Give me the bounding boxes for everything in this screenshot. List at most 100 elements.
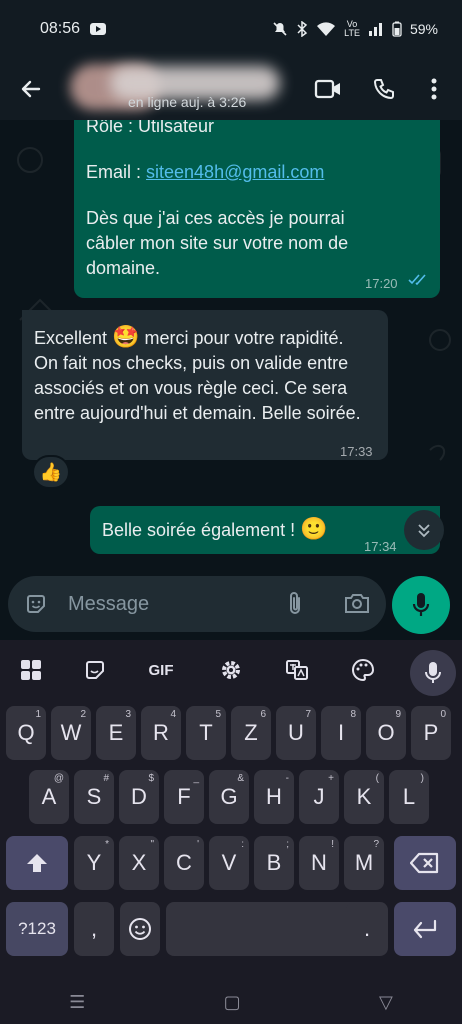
gear-icon	[222, 661, 240, 679]
key-hint: +	[328, 773, 334, 784]
back-button[interactable]	[0, 58, 62, 120]
key-i[interactable]: I8	[321, 706, 361, 760]
key-label: X	[131, 850, 147, 875]
home-button[interactable]: ▢	[224, 992, 241, 1013]
voice-typing-button[interactable]	[410, 650, 456, 696]
key-z[interactable]: Z6	[231, 706, 271, 760]
sticker-button[interactable]	[72, 644, 118, 696]
key-hint: 6	[260, 709, 266, 720]
shift-arrow-icon	[27, 854, 47, 872]
back-nav-button[interactable]: ▽	[379, 992, 393, 1013]
key-g[interactable]: G &	[209, 770, 249, 824]
backspace-key[interactable]	[394, 836, 456, 890]
key-u[interactable]: U7	[276, 706, 316, 760]
incoming-message[interactable]: Excellent 🤩 merci pour votre rapidité. O…	[22, 310, 388, 460]
enter-arrow-icon	[413, 919, 437, 939]
key-q[interactable]: Q1	[6, 706, 46, 760]
key-t[interactable]: T5	[186, 706, 226, 760]
key-p[interactable]: P0	[411, 706, 451, 760]
enter-key[interactable]	[394, 902, 456, 956]
video-camera-icon	[314, 79, 340, 99]
key-label: U	[288, 720, 304, 745]
volte-indicator: Vo LTE	[344, 19, 360, 38]
video-call-button[interactable]	[300, 61, 356, 117]
period-key[interactable]: .	[346, 902, 388, 956]
voice-message-button[interactable]	[392, 576, 450, 634]
bluetooth-icon	[297, 21, 308, 37]
outgoing-message[interactable]: Rôle : Utilsateur Email : siteen48h@gmai…	[74, 120, 440, 298]
chat-messages[interactable]: Rôle : Utilsateur Email : siteen48h@gmai…	[0, 120, 462, 640]
message-input-container[interactable]: Message	[8, 576, 386, 632]
sticker-icon[interactable]	[24, 592, 48, 616]
signal-icon	[368, 23, 382, 36]
key-hint: ;	[286, 839, 289, 850]
key-d[interactable]: D $	[119, 770, 159, 824]
outgoing-message[interactable]: Belle soirée également ! 🙂 17:34	[90, 506, 440, 554]
emoji-smile-icon	[129, 918, 151, 940]
key-v[interactable]: V:	[209, 836, 249, 890]
key-hint: 8	[350, 709, 356, 720]
system-navigation-bar: ☰ ▢ ▽	[0, 980, 462, 1024]
status-time: 08:56	[40, 20, 81, 37]
composer-bar: Message	[0, 572, 462, 636]
palette-icon	[352, 658, 375, 682]
key-hint: )	[420, 773, 424, 784]
thumbs-up-reaction[interactable]: 👍	[32, 455, 70, 489]
email-link[interactable]: siteen48h@gmail.com	[146, 162, 324, 182]
key-l[interactable]: L)	[389, 770, 429, 824]
message-text-start: Excellent	[34, 328, 113, 348]
camera-icon[interactable]	[344, 592, 370, 614]
key-a[interactable]: A @	[29, 770, 69, 824]
key-y[interactable]: Y *	[74, 836, 114, 890]
key-hint: 7	[305, 709, 311, 720]
translate-button[interactable]	[274, 644, 320, 696]
comma-key[interactable]: ,	[74, 902, 114, 956]
message-input[interactable]: Message	[68, 593, 149, 616]
message-text: Belle soirée également ! 🙂	[102, 516, 328, 543]
key-n[interactable]: N!	[299, 836, 339, 890]
message-text: Rôle : Utilsateur	[86, 120, 215, 136]
key-label: Q	[17, 720, 35, 745]
key-hint: !	[331, 839, 334, 850]
key-b[interactable]: B;	[254, 836, 294, 890]
key-k[interactable]: K(	[344, 770, 384, 824]
gif-button[interactable]: GIF	[138, 644, 184, 696]
key-hint: #	[103, 773, 109, 784]
key-x[interactable]: X "	[119, 836, 159, 890]
key-label: D	[131, 784, 147, 809]
key-f[interactable]: F _	[164, 770, 204, 824]
key-w[interactable]: W2	[51, 706, 91, 760]
grid-icon	[21, 660, 41, 680]
key-label: P	[423, 720, 439, 745]
voice-call-button[interactable]	[356, 61, 412, 117]
key-s[interactable]: S #	[74, 770, 114, 824]
key-h[interactable]: H-	[254, 770, 294, 824]
key-hint: $	[148, 773, 154, 784]
attach-paperclip-icon[interactable]	[284, 590, 306, 618]
key-label: N	[311, 850, 327, 875]
key-e[interactable]: E3	[96, 706, 136, 760]
settings-button[interactable]	[208, 644, 254, 696]
translate-icon	[286, 660, 308, 680]
smile-emoji: 🙂	[300, 516, 328, 541]
message-text: Excellent 🤩 merci pour votre rapidité. O…	[34, 324, 370, 426]
battery-percent: 59%	[409, 21, 438, 37]
scroll-to-bottom-button[interactable]	[404, 510, 444, 550]
key-j[interactable]: J +	[299, 770, 339, 824]
key-m[interactable]: M?	[344, 836, 384, 890]
theme-button[interactable]	[340, 644, 386, 696]
emoji-key[interactable]	[120, 902, 160, 956]
key-label: F	[177, 784, 191, 809]
key-label: L	[402, 784, 416, 809]
message-text: Dès que j'ai ces accès je pourrai câbler…	[86, 208, 349, 278]
more-options-button[interactable]	[412, 61, 456, 117]
key-o[interactable]: O9	[366, 706, 406, 760]
symbols-key[interactable]: ?123	[6, 902, 68, 956]
shift-key[interactable]	[6, 836, 68, 890]
recents-button[interactable]: ☰	[69, 992, 85, 1013]
key-c[interactable]: C '	[164, 836, 204, 890]
key-label: V	[221, 850, 237, 875]
key-r[interactable]: R4	[141, 706, 181, 760]
message-time: 17:34	[364, 539, 397, 554]
apps-grid-button[interactable]	[8, 644, 54, 696]
